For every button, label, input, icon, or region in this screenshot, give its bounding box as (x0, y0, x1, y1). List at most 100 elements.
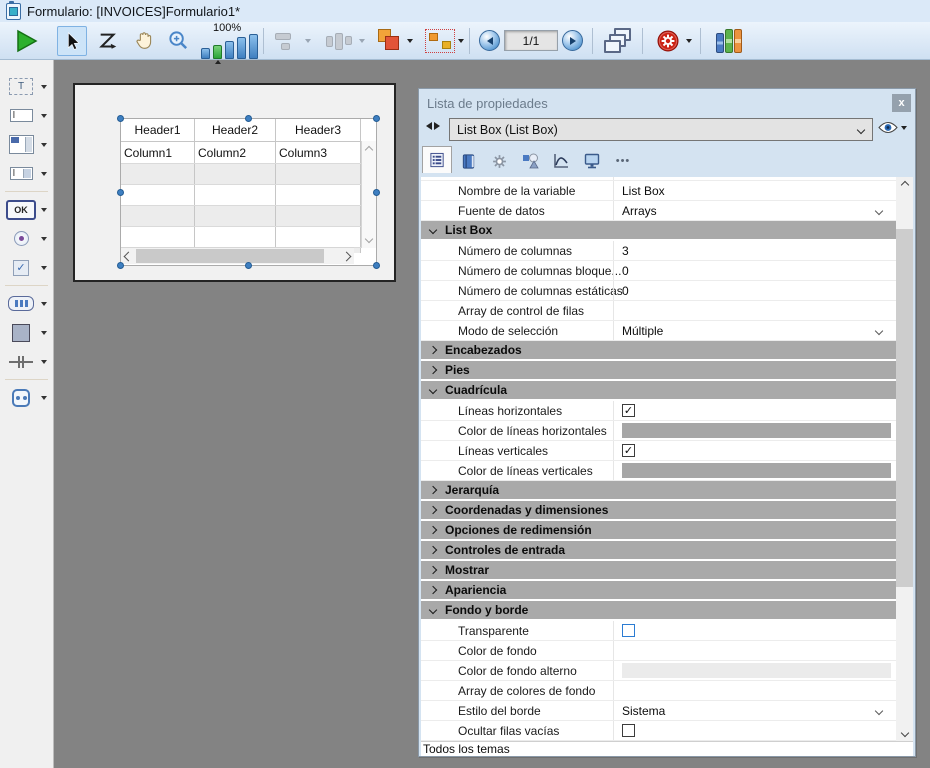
combo-box-tool[interactable]: I (0, 159, 53, 188)
scroll-down-icon[interactable] (900, 729, 908, 737)
button-grid-tool[interactable] (0, 289, 53, 318)
tab-book[interactable] (453, 149, 483, 173)
selection-handle[interactable] (245, 115, 252, 122)
property-row[interactable]: Número de columnas3 (421, 241, 896, 261)
listbox-cell[interactable]: Column1 (121, 142, 195, 163)
tab-property-list[interactable] (422, 146, 452, 173)
hand-tool-button[interactable] (129, 26, 159, 56)
color-swatch[interactable] (622, 643, 891, 658)
chevron-down-icon[interactable] (41, 266, 47, 270)
section-row[interactable]: Fondo y borde (421, 601, 896, 621)
section-row[interactable]: Coordenadas y dimensiones (421, 501, 896, 521)
static-text-tool[interactable]: T (0, 72, 53, 101)
next-page-button[interactable] (562, 30, 583, 51)
checkbox-tool[interactable]: ✓ (0, 253, 53, 282)
chevron-down-icon[interactable] (41, 360, 47, 364)
zoom-tool-button[interactable] (163, 26, 193, 56)
listbox-row[interactable] (121, 164, 376, 185)
chevron-right-icon[interactable] (429, 586, 437, 594)
level-dropdown-icon[interactable] (407, 39, 413, 43)
property-value[interactable] (614, 661, 896, 680)
property-value[interactable]: 0 (614, 281, 896, 300)
property-value[interactable] (614, 681, 896, 700)
align-dropdown-icon[interactable] (305, 39, 311, 43)
chevron-down-icon[interactable] (41, 302, 47, 306)
form-canvas[interactable]: Header1 Header2 Header3 Column1 Column2 … (73, 83, 396, 282)
section-row[interactable]: List Box (421, 221, 896, 241)
property-row[interactable]: Ocultar filas vacías (421, 721, 896, 741)
scroll-left-icon[interactable] (124, 251, 134, 261)
settings-dropdown-icon[interactable] (686, 39, 692, 43)
section-row[interactable]: Encabezados (421, 341, 896, 361)
listbox-object[interactable]: Header1 Header2 Header3 Column1 Column2 … (120, 118, 377, 266)
property-row[interactable]: Transparente (421, 621, 896, 641)
property-value[interactable]: Múltiple (614, 321, 896, 340)
run-button[interactable] (11, 26, 41, 56)
listbox-header-cell[interactable]: Header2 (195, 119, 276, 141)
close-button[interactable]: x (892, 94, 911, 112)
tab-events[interactable] (546, 149, 576, 173)
property-value[interactable]: ✓ (614, 401, 896, 420)
property-row[interactable]: Líneas horizontales✓ (421, 401, 896, 421)
prev-object-icon[interactable] (426, 122, 432, 130)
property-row[interactable]: Color de fondo (421, 641, 896, 661)
next-object-icon[interactable] (434, 122, 440, 130)
zoom-level-widget[interactable]: 100% (201, 23, 258, 59)
chevron-down-icon[interactable] (41, 208, 47, 212)
selection-handle[interactable] (117, 262, 124, 269)
distribute-dropdown-icon[interactable] (359, 39, 365, 43)
view-options[interactable] (878, 121, 907, 134)
listbox-row[interactable] (121, 206, 376, 227)
listbox-row[interactable] (121, 185, 376, 206)
property-value[interactable] (614, 421, 896, 440)
chevron-down-icon[interactable] (41, 331, 47, 335)
chevron-right-icon[interactable] (429, 526, 437, 534)
plugin-area-tool[interactable] (0, 383, 53, 412)
checkbox[interactable] (622, 624, 635, 637)
section-row[interactable]: Jerarquía (421, 481, 896, 501)
object-selector[interactable]: List Box (List Box) (449, 118, 873, 141)
property-value[interactable]: Arrays (614, 201, 896, 220)
tab-shapes[interactable] (515, 149, 545, 173)
listbox-cell[interactable]: Column3 (276, 142, 361, 163)
chevron-down-icon[interactable] (875, 326, 883, 334)
group-dropdown-icon[interactable] (458, 39, 464, 43)
section-row[interactable]: Apariencia (421, 581, 896, 601)
listbox-row[interactable]: Column1 Column2 Column3 (121, 142, 376, 164)
theme-filter-bar[interactable]: Todos los temas (421, 741, 913, 756)
property-row[interactable]: Modo de selecciónMúltiple (421, 321, 896, 341)
property-value[interactable] (614, 621, 896, 640)
selection-handle[interactable] (373, 115, 380, 122)
explorer-button[interactable] (710, 25, 748, 57)
checkbox[interactable]: ✓ (622, 444, 635, 457)
listbox-cell[interactable]: Column2 (195, 142, 276, 163)
listbox-header-cell[interactable]: Header3 (276, 119, 361, 141)
property-value[interactable]: List Box (614, 181, 896, 200)
selection-handle[interactable] (117, 189, 124, 196)
property-value[interactable]: 0 (614, 261, 896, 280)
radio-button-tool[interactable] (0, 224, 53, 253)
chevron-down-icon[interactable] (41, 396, 47, 400)
chevron-down-icon[interactable] (41, 237, 47, 241)
section-row[interactable]: Cuadrícula (421, 381, 896, 401)
property-value[interactable] (614, 721, 896, 740)
color-swatch[interactable] (622, 423, 891, 438)
button-tool[interactable]: OK (0, 195, 53, 224)
section-row[interactable]: Controles de entrada (421, 541, 896, 561)
tab-more[interactable]: ••• (608, 149, 638, 173)
property-row[interactable]: Líneas verticales✓ (421, 441, 896, 461)
listbox-header-cell[interactable]: Header1 (121, 119, 195, 141)
chevron-right-icon[interactable] (429, 346, 437, 354)
listbox-row[interactable] (121, 227, 376, 248)
property-value[interactable]: 3 (614, 241, 896, 260)
section-row[interactable]: Pies (421, 361, 896, 381)
color-swatch[interactable] (622, 663, 891, 678)
property-row[interactable]: Color de fondo alterno (421, 661, 896, 681)
selection-handle[interactable] (373, 189, 380, 196)
selection-handle[interactable] (373, 262, 380, 269)
splitter-tool[interactable] (0, 347, 53, 376)
chevron-right-icon[interactable] (429, 546, 437, 554)
chevron-down-icon[interactable] (429, 386, 437, 394)
chevron-down-icon[interactable] (875, 206, 883, 214)
checkbox[interactable] (622, 724, 635, 737)
